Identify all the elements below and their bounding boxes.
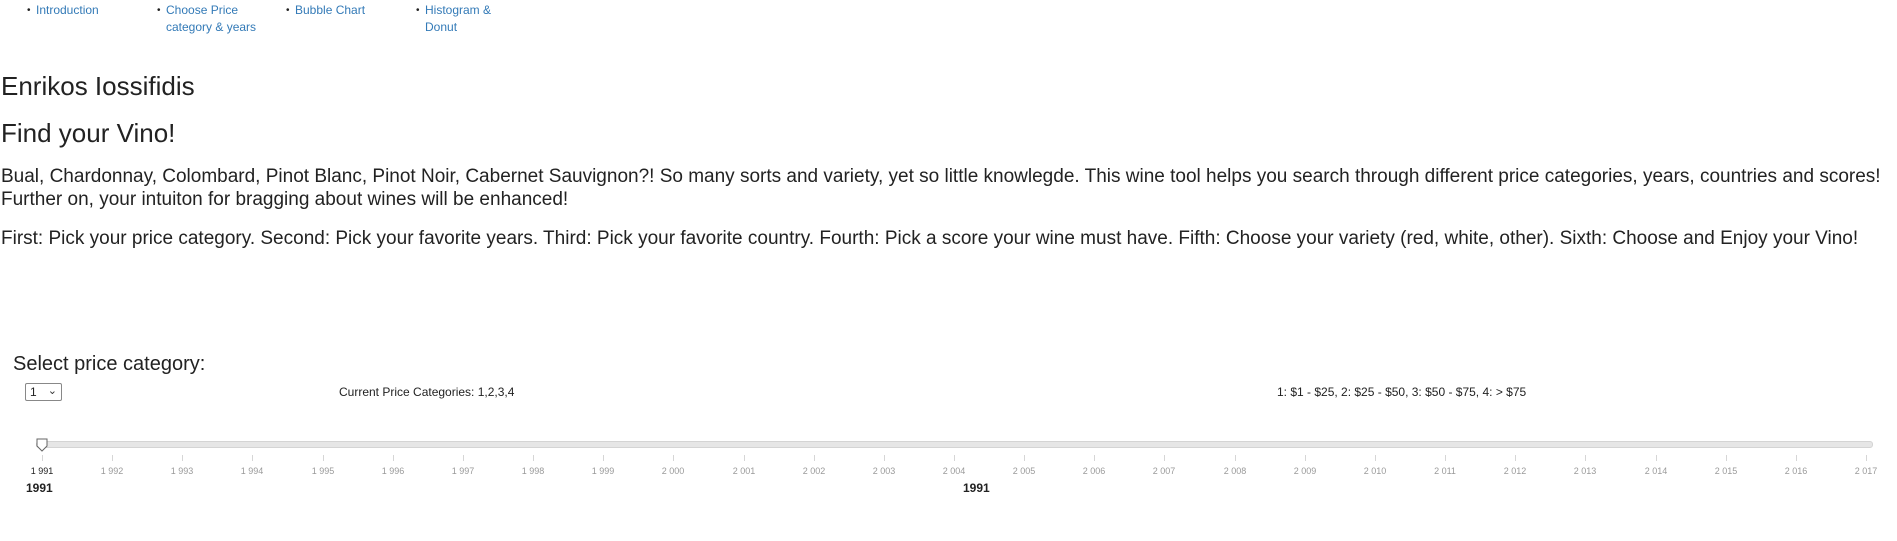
nav-link-price-years-line1[interactable]: Choose Price (166, 3, 238, 17)
bullet-icon: • (416, 5, 420, 16)
year-tick-mark (1305, 455, 1306, 461)
year-tick-mark (814, 455, 815, 461)
year-tick-label: 2 002 (802, 466, 826, 476)
year-tick-mark (1235, 455, 1236, 461)
year-tick-mark (884, 455, 885, 461)
bullet-icon: • (286, 5, 290, 16)
year-tick-mark (1094, 455, 1095, 461)
year-tick-mark (1866, 455, 1867, 461)
year-tick-label: 1 991 (30, 466, 54, 476)
year-tick-label: 1 993 (170, 466, 194, 476)
year-tick-label: 2 007 (1152, 466, 1176, 476)
year-tick-label: 2 008 (1223, 466, 1247, 476)
year-tick-mark (1024, 455, 1025, 461)
year-tick-mark (1585, 455, 1586, 461)
author-heading: Enrikos Iossifidis (1, 71, 195, 101)
year-tick-mark (744, 455, 745, 461)
top-navigation: • Introduction • Choose Price category &… (0, 0, 600, 40)
year-tick-mark (1375, 455, 1376, 461)
year-slider-value-left: 1991 (26, 481, 53, 495)
year-slider-value-center: 1991 (963, 481, 990, 495)
price-category-legend: 1: $1 - $25, 2: $25 - $50, 3: $50 - $75,… (1277, 385, 1527, 399)
intro-paragraph: Bual, Chardonnay, Colombard, Pinot Blanc… (1, 166, 1881, 210)
year-tick-mark (1796, 455, 1797, 461)
chevron-down-icon: ⌄ (47, 385, 57, 397)
year-tick-mark (954, 455, 955, 461)
price-category-select[interactable]: 1 ⌄ (25, 383, 62, 401)
bullet-icon: • (27, 5, 31, 16)
nav-link-introduction[interactable]: Introduction (36, 3, 99, 17)
year-tick-label: 2 013 (1573, 466, 1597, 476)
year-tick-mark (1515, 455, 1516, 461)
year-tick-label: 2 001 (732, 466, 756, 476)
year-tick-label: 2 012 (1503, 466, 1527, 476)
year-tick-mark (112, 455, 113, 461)
nav-item-price-years[interactable]: • Choose Price category & years (157, 2, 256, 36)
nav-link-bubble-chart[interactable]: Bubble Chart (295, 3, 365, 17)
year-tick-label: 1 998 (521, 466, 545, 476)
nav-item-introduction[interactable]: • Introduction (27, 2, 99, 19)
year-tick-label: 2 004 (942, 466, 966, 476)
year-tick-label: 2 016 (1784, 466, 1808, 476)
year-tick-label: 2 000 (661, 466, 685, 476)
year-tick-mark (42, 455, 43, 461)
year-tick-mark (673, 455, 674, 461)
year-tick-mark (182, 455, 183, 461)
year-tick-label: 2 009 (1293, 466, 1317, 476)
nav-item-histogram-donut[interactable]: • Histogram & Donut (416, 2, 491, 36)
year-tick-label: 2 003 (872, 466, 896, 476)
year-tick-mark (603, 455, 604, 461)
year-tick-label: 2 011 (1434, 466, 1456, 476)
year-tick-mark (252, 455, 253, 461)
year-tick-mark (1726, 455, 1727, 461)
current-price-categories: Current Price Categories: 1,2,3,4 (339, 385, 515, 399)
year-tick-label: 2 006 (1082, 466, 1106, 476)
price-category-selected-value: 1 (30, 385, 37, 399)
year-tick-label: 2 005 (1012, 466, 1036, 476)
year-slider-handle[interactable] (36, 438, 48, 452)
year-tick-label: 2 017 (1854, 466, 1878, 476)
year-tick-label: 2 015 (1714, 466, 1738, 476)
year-tick-label: 1 995 (311, 466, 335, 476)
nav-link-histogram-donut-line2[interactable]: Donut (425, 20, 457, 34)
nav-link-price-years-line2[interactable]: category & years (166, 20, 256, 34)
price-category-label: Select price category: (13, 353, 206, 375)
year-tick-mark (1445, 455, 1446, 461)
year-tick-mark (463, 455, 464, 461)
year-tick-label: 1 996 (381, 466, 405, 476)
year-tick-label: 1 994 (240, 466, 264, 476)
year-tick-mark (533, 455, 534, 461)
nav-item-bubble-chart[interactable]: • Bubble Chart (286, 2, 365, 19)
bullet-icon: • (157, 5, 161, 16)
year-tick-label: 1 997 (451, 466, 475, 476)
year-tick-mark (393, 455, 394, 461)
year-tick-label: 1 999 (591, 466, 615, 476)
instructions-paragraph: First: Pick your price category. Second:… (1, 228, 1859, 249)
year-tick-mark (323, 455, 324, 461)
year-tick-mark (1164, 455, 1165, 461)
year-tick-label: 2 014 (1644, 466, 1668, 476)
page-title: Find your Vino! (1, 118, 176, 148)
year-tick-label: 1 992 (100, 466, 124, 476)
year-tick-mark (1656, 455, 1657, 461)
year-slider-track[interactable] (36, 441, 1873, 448)
year-tick-label: 2 010 (1363, 466, 1387, 476)
nav-link-histogram-donut-line1[interactable]: Histogram & (425, 3, 491, 17)
